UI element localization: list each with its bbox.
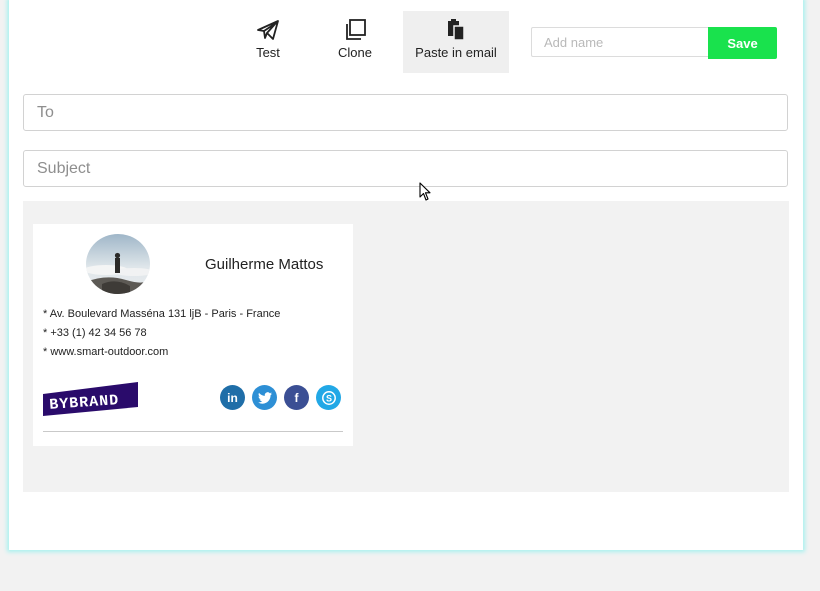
paste-icon [448, 19, 465, 41]
toolbar: Test Clone Paste in email Save [9, 0, 803, 80]
subject-field[interactable] [23, 150, 788, 187]
clone-label: Clone [338, 45, 372, 60]
email-composer-panel: Test Clone Paste in email Save [9, 0, 803, 550]
social-links: in f S [220, 385, 341, 410]
skype-icon[interactable]: S [316, 385, 341, 410]
save-button[interactable]: Save [708, 27, 777, 59]
twitter-icon[interactable] [252, 385, 277, 410]
clone-button[interactable]: Clone [322, 11, 388, 73]
test-label: Test [256, 45, 280, 60]
test-button[interactable]: Test [235, 11, 301, 73]
add-name-input[interactable] [531, 27, 708, 57]
signature-website: * www.smart-outdoor.com [43, 346, 169, 358]
signature-divider [43, 431, 343, 432]
paste-label: Paste in email [415, 45, 497, 60]
avatar [86, 234, 150, 294]
facebook-icon[interactable]: f [284, 385, 309, 410]
linkedin-icon[interactable]: in [220, 385, 245, 410]
signature-phone: * +33 (1) 42 34 56 78 [43, 327, 147, 339]
to-field[interactable] [23, 94, 788, 131]
signature-address: * Av. Boulevard Masséna 131 ljB - Paris … [43, 308, 281, 320]
email-signature: Guilherme Mattos * Av. Boulevard Masséna… [33, 224, 353, 446]
clone-icon [346, 19, 366, 40]
paste-in-email-button[interactable]: Paste in email [403, 11, 509, 73]
mouse-cursor-icon [419, 182, 431, 201]
send-icon [257, 20, 279, 40]
bybrand-logo: BYBRAND [43, 382, 139, 421]
signature-name: Guilherme Mattos [205, 256, 324, 273]
svg-text:S: S [325, 393, 331, 403]
logo-text: BYBRAND [49, 392, 120, 414]
email-body-editor[interactable]: Guilherme Mattos * Av. Boulevard Masséna… [23, 201, 789, 492]
